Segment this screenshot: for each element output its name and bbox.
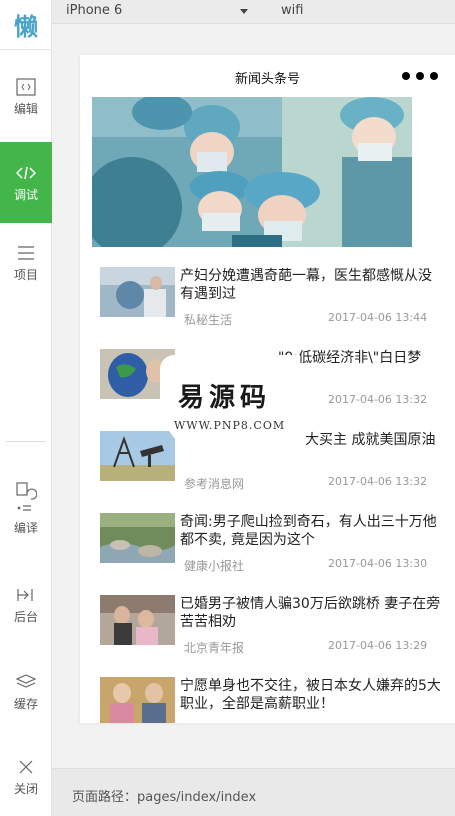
news-thumbnail: [100, 595, 175, 645]
page-path: 页面路径：pages/index/index: [72, 790, 257, 805]
sidebar-item-compile[interactable]: 编译: [0, 470, 52, 545]
close-icon: [15, 757, 37, 777]
news-title: 大买主 成就美国原油: [305, 432, 436, 448]
background-icon: [15, 585, 37, 605]
banner-image[interactable]: [92, 97, 412, 247]
sidebar-item-label: 缓存: [13, 696, 38, 711]
watermark-text: 易源码: [178, 383, 272, 413]
sidebar-item-label: 关闭: [13, 781, 38, 796]
sidebar-divider: [6, 441, 46, 442]
page-title: 新闻头条号: [234, 72, 300, 87]
news-title: 奇闻:男子爬山捡到奇石，有人出三十万他都不卖, 竟是因为这个: [180, 514, 437, 548]
app-logo: 懒: [0, 0, 52, 50]
news-item[interactable]: 已婚男子被情人骗30万后欲跳桥 妻子在旁苦苦相劝 北京青年报 2017-04-0…: [100, 595, 440, 657]
news-thumbnail: [100, 431, 175, 481]
sidebar-item-backstage[interactable]: 后台: [0, 582, 52, 627]
news-item[interactable]: 奇闻:男子爬山捡到奇石，有人出三十万他都不卖, 竟是因为这个 健康小报社 201…: [100, 513, 440, 575]
sidebar-item-label: 项目: [13, 268, 38, 282]
phone-simulator: 新闻头条号 产妇分娩遭遇奇葩一幕，医生都感慨从没有遇到过 私秘生活 2017-0…: [80, 55, 455, 723]
chevron-down-icon[interactable]: [240, 9, 248, 14]
sidebar-item-close[interactable]: 关闭: [0, 753, 52, 799]
news-source: 参考消息网: [184, 477, 245, 491]
menu-icon: [15, 243, 37, 263]
news-time: 2017-04-06 13:30: [328, 557, 428, 570]
navigation-bar: 新闻头条号: [80, 55, 455, 97]
sidebar-item-label: 后台: [13, 610, 38, 624]
news-thumbnail: [100, 267, 175, 317]
news-time: 2017-04-06 13:32: [328, 475, 428, 488]
logo-glyph: 懒: [14, 13, 38, 41]
news-time: 2017-04-06 13:29: [328, 639, 428, 652]
news-item[interactable]: 产妇分娩遭遇奇葩一幕，医生都感慨从没有遇到过 私秘生活 2017-04-06 1…: [100, 267, 440, 329]
sidebar-item-label: 编辑: [13, 101, 38, 116]
news-source: 北京青年报: [184, 641, 245, 655]
code-icon: [15, 163, 37, 183]
news-thumbnail: [100, 677, 175, 723]
sidebar-item-edit[interactable]: 编辑: [0, 66, 52, 126]
news-thumbnail: [100, 513, 175, 563]
news-title: 产妇分娩遭遇奇葩一幕，医生都感慨从没有遇到过: [180, 268, 432, 302]
page-path-bar: 页面路径：pages/index/index: [52, 768, 455, 816]
watermark-url: WWW.PNP8.COM: [174, 419, 286, 432]
network-select[interactable]: wifi: [281, 3, 303, 18]
more-options-icon[interactable]: [402, 69, 438, 83]
news-source: 私秘生活: [184, 313, 233, 327]
device-toolbar: iPhone 6 wifi: [52, 0, 455, 24]
sidebar: 懒 编辑 调试 项目 编译 后台 缓存 关闭: [0, 0, 52, 816]
news-source: 健康小报社: [184, 559, 245, 573]
code-file-icon: [15, 77, 37, 97]
sidebar-item-label: 调试: [13, 188, 38, 202]
sidebar-item-label: 编译: [13, 521, 38, 535]
news-title: 宁愿单身也不交往，被日本女人嫌弃的5大职业，全部是高薪职业！: [180, 678, 441, 712]
watermark: 易源码 WWW.PNP8.COM: [160, 355, 300, 459]
compile-icon: [15, 480, 37, 516]
news-time: 2017-04-06 13:32: [328, 393, 428, 406]
news-title: 已婚男子被情人骗30万后欲跳桥 妻子在旁苦苦相劝: [180, 596, 441, 630]
layers-icon: [15, 672, 37, 692]
news-item[interactable]: 宁愿单身也不交往，被日本女人嫌弃的5大职业，全部是高薪职业！: [100, 677, 441, 723]
news-time: 2017-04-06 13:44: [328, 311, 428, 324]
sidebar-item-debug[interactable]: 调试: [0, 142, 52, 223]
news-title: "9:低碳经济非\"白日梦: [278, 350, 422, 366]
sidebar-item-cache[interactable]: 缓存: [0, 667, 52, 715]
sidebar-item-project[interactable]: 项目: [0, 240, 52, 285]
device-select[interactable]: iPhone 6: [66, 3, 122, 18]
